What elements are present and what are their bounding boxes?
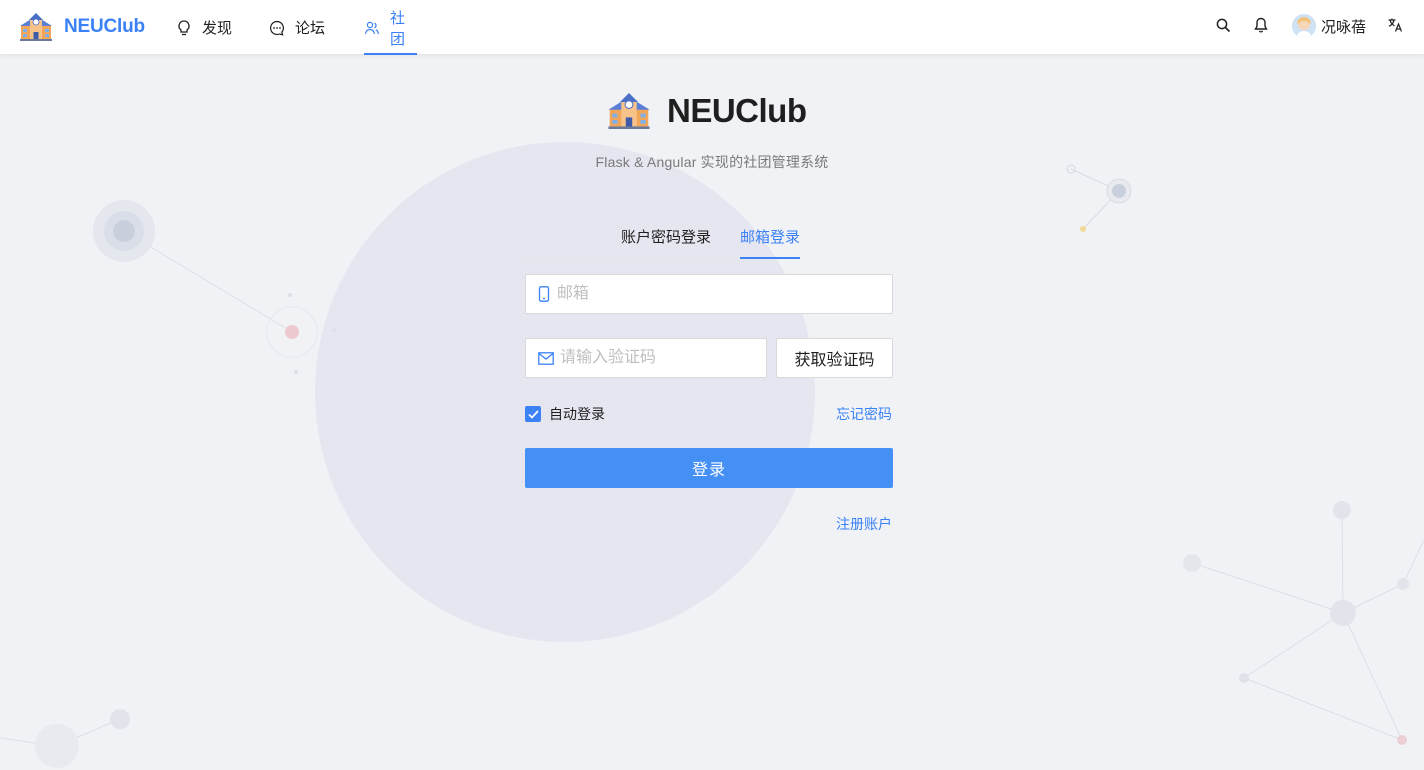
translate-icon[interactable] — [1387, 17, 1403, 33]
avatar — [1292, 14, 1316, 38]
bell-icon[interactable] — [1253, 17, 1269, 33]
top-navbar: NEUClub 发现 论坛 社团 况咏蓓 — [0, 0, 1424, 55]
bulb-icon — [176, 19, 192, 36]
auto-login-label: 自动登录 — [549, 406, 605, 422]
user-name: 况咏蓓 — [1321, 18, 1367, 36]
nav-clubs-label: 社团 — [390, 9, 406, 48]
tab-email-login[interactable]: 邮箱登录 — [740, 226, 801, 259]
message-icon — [269, 20, 285, 36]
brand-subtitle: Flask & Angular 实现的社团管理系统 — [595, 154, 829, 170]
search-icon[interactable] — [1215, 17, 1231, 33]
verification-code-input[interactable] — [560, 339, 766, 377]
nav-clubs[interactable]: 社团 — [364, 0, 417, 55]
login-brand: NEUClub — [607, 92, 807, 130]
mail-icon — [538, 350, 554, 366]
nav-discover[interactable]: 发现 — [176, 0, 232, 55]
brand-title: NEUClub — [667, 92, 807, 129]
user-menu[interactable]: 况咏蓓 — [1292, 13, 1366, 39]
app-name: NEUClub — [64, 16, 145, 37]
verification-code-field[interactable] — [525, 338, 767, 378]
team-icon — [364, 20, 380, 36]
nav-forum[interactable]: 论坛 — [269, 0, 325, 55]
email-input[interactable] — [556, 275, 892, 313]
get-code-button[interactable]: 获取验证码 — [776, 338, 893, 378]
school-building-icon — [608, 93, 650, 129]
app-logo[interactable]: NEUClub — [20, 12, 145, 42]
forgot-password-link[interactable]: 忘记密码 — [836, 404, 892, 424]
nav-discover-label: 发现 — [202, 20, 233, 37]
email-field[interactable] — [525, 274, 893, 314]
tab-password-login[interactable]: 账户密码登录 — [621, 226, 711, 258]
nav-forum-label: 论坛 — [295, 20, 326, 37]
auto-login-checkbox[interactable]: 自动登录 — [525, 404, 605, 424]
register-link[interactable]: 注册账户 — [836, 514, 892, 534]
login-button[interactable]: 登录 — [525, 448, 893, 488]
login-tabs: 账户密码登录 邮箱登录 — [525, 218, 893, 259]
school-building-icon — [20, 13, 52, 41]
mobile-icon — [538, 286, 551, 302]
checkbox-checked-icon[interactable] — [525, 406, 541, 422]
